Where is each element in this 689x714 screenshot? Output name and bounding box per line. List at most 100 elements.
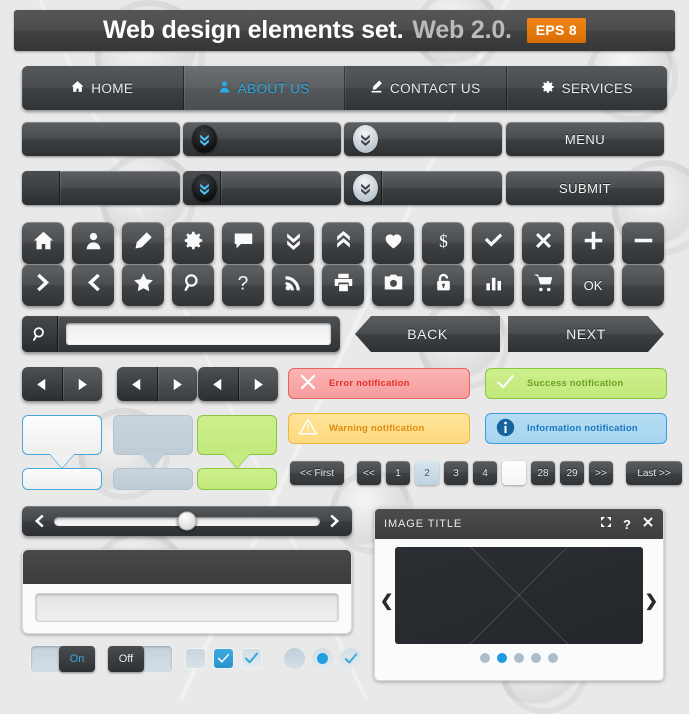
page-title: Web design elements set.	[103, 16, 404, 44]
pagination-next-label: >>	[595, 467, 607, 479]
slider-track[interactable]	[54, 511, 320, 531]
icon-button-add[interactable]	[572, 222, 614, 264]
icon-button-close[interactable]	[522, 222, 564, 264]
split-dropdown-dark-button[interactable]	[183, 171, 341, 205]
icon-button-favorite[interactable]	[372, 222, 414, 264]
pagination-page-28[interactable]: 28	[531, 461, 555, 485]
pagination-page-1[interactable]: 1	[386, 461, 410, 485]
prev-button[interactable]	[198, 367, 239, 401]
pagination-prev[interactable]: <<	[357, 461, 381, 485]
pagination-next[interactable]: >>	[589, 461, 613, 485]
carousel-dot-active[interactable]	[497, 653, 507, 663]
icon-button-cart[interactable]	[522, 264, 564, 306]
back-button[interactable]: BACK	[355, 316, 500, 352]
toggle-off[interactable]: Off	[107, 645, 173, 673]
checkbox-filled[interactable]	[213, 648, 234, 669]
prev-button[interactable]	[117, 367, 158, 401]
chevron-right-icon[interactable]	[324, 514, 346, 528]
dropdown-light-button[interactable]	[344, 122, 502, 156]
pagination-first-label: << First	[300, 467, 334, 479]
carousel-dot[interactable]	[514, 653, 524, 663]
pagination-page-2[interactable]: 2	[415, 461, 439, 485]
search-icon[interactable]	[22, 316, 58, 352]
next-button[interactable]: NEXT	[508, 316, 664, 352]
pagination-page-3[interactable]: 3	[444, 461, 468, 485]
next-button[interactable]	[62, 367, 102, 401]
slider-handle[interactable]	[177, 511, 197, 531]
pencil-icon	[133, 231, 153, 256]
radio-unselected[interactable]	[284, 648, 305, 669]
carousel-dot[interactable]	[480, 653, 490, 663]
image-next-button[interactable]: ❯	[645, 591, 658, 611]
image-prev-button[interactable]: ❮	[380, 591, 393, 611]
pagination-first[interactable]: << First	[290, 461, 344, 485]
range-slider[interactable]	[22, 506, 352, 536]
icon-button-price[interactable]: $	[422, 222, 464, 264]
icon-button-settings[interactable]	[172, 222, 214, 264]
pagination-page-4[interactable]: 4	[473, 461, 497, 485]
icon-button-chat[interactable]	[222, 222, 264, 264]
split-bar-button[interactable]	[22, 171, 180, 205]
page-subtitle: Web 2.0.	[412, 16, 512, 44]
split-dropdown-light-button[interactable]	[344, 171, 502, 205]
menu-button[interactable]: MENU	[506, 122, 664, 156]
next-button[interactable]	[238, 367, 278, 401]
icon-button-prev[interactable]	[72, 264, 114, 306]
icon-button-blank[interactable]	[622, 264, 664, 306]
pagination-page-29[interactable]: 29	[560, 461, 584, 485]
icon-button-star[interactable]	[122, 264, 164, 306]
search-input[interactable]	[66, 323, 331, 345]
pagination-page-label: 28	[537, 467, 549, 479]
toggle-on[interactable]: On	[30, 645, 96, 673]
tab-services-label: SERVICES	[561, 80, 633, 96]
icon-button-ok[interactable]: OK	[572, 264, 614, 306]
chevron-left-icon[interactable]	[28, 514, 50, 528]
carousel-dot[interactable]	[548, 653, 558, 663]
tab-services[interactable]: SERVICES	[506, 66, 667, 110]
icon-button-pencil[interactable]	[122, 222, 164, 264]
icon-button-search[interactable]	[172, 264, 214, 306]
tab-home[interactable]: HOME	[22, 66, 184, 110]
pagination-page-blank[interactable]	[502, 461, 526, 485]
speech-bubble-green	[197, 415, 277, 468]
icon-button-remove[interactable]	[622, 222, 664, 264]
form-text-input[interactable]	[35, 593, 339, 622]
home-icon	[33, 230, 54, 256]
checkbox-unchecked[interactable]	[185, 648, 206, 669]
icon-button-home[interactable]	[22, 222, 64, 264]
icon-button-confirm[interactable]	[472, 222, 514, 264]
carousel-dot[interactable]	[531, 653, 541, 663]
dropdown-dark-button[interactable]	[183, 122, 341, 156]
next-button[interactable]	[157, 367, 197, 401]
icon-button-rss[interactable]	[272, 264, 314, 306]
toggle-off-label: Off	[108, 646, 144, 672]
checkbox-checked[interactable]	[241, 648, 262, 669]
icon-button-expand[interactable]	[322, 222, 364, 264]
icon-button-help[interactable]: ?	[222, 264, 264, 306]
bubble-tail	[140, 453, 166, 468]
expand-icon[interactable]	[600, 515, 612, 533]
pagination-last[interactable]: Last >>	[626, 461, 682, 485]
icon-button-collapse[interactable]	[272, 222, 314, 264]
user-icon	[218, 80, 231, 96]
tab-contact-us[interactable]: CONTACT US	[345, 66, 507, 110]
icon-button-statistics[interactable]	[472, 264, 514, 306]
icon-button-lock[interactable]	[422, 264, 464, 306]
prev-button[interactable]	[22, 367, 63, 401]
split-left-section[interactable]	[22, 171, 60, 205]
bubble-tail	[49, 453, 75, 468]
radio-checked[interactable]	[340, 648, 361, 669]
help-icon[interactable]: ?	[623, 517, 631, 532]
icon-button-camera[interactable]	[372, 264, 414, 306]
submit-button[interactable]: SUBMIT	[506, 171, 664, 205]
icon-button-next[interactable]	[22, 264, 64, 306]
information-notification-text: Information notification	[527, 423, 638, 434]
image-placeholder	[395, 547, 643, 644]
icon-button-user[interactable]	[72, 222, 114, 264]
tab-about-us[interactable]: ABOUT US	[183, 66, 345, 110]
plain-bar-button[interactable]	[22, 122, 180, 156]
close-icon[interactable]	[642, 515, 654, 533]
radio-selected[interactable]	[312, 648, 333, 669]
menu-button-label: MENU	[564, 131, 606, 147]
icon-button-print[interactable]	[322, 264, 364, 306]
